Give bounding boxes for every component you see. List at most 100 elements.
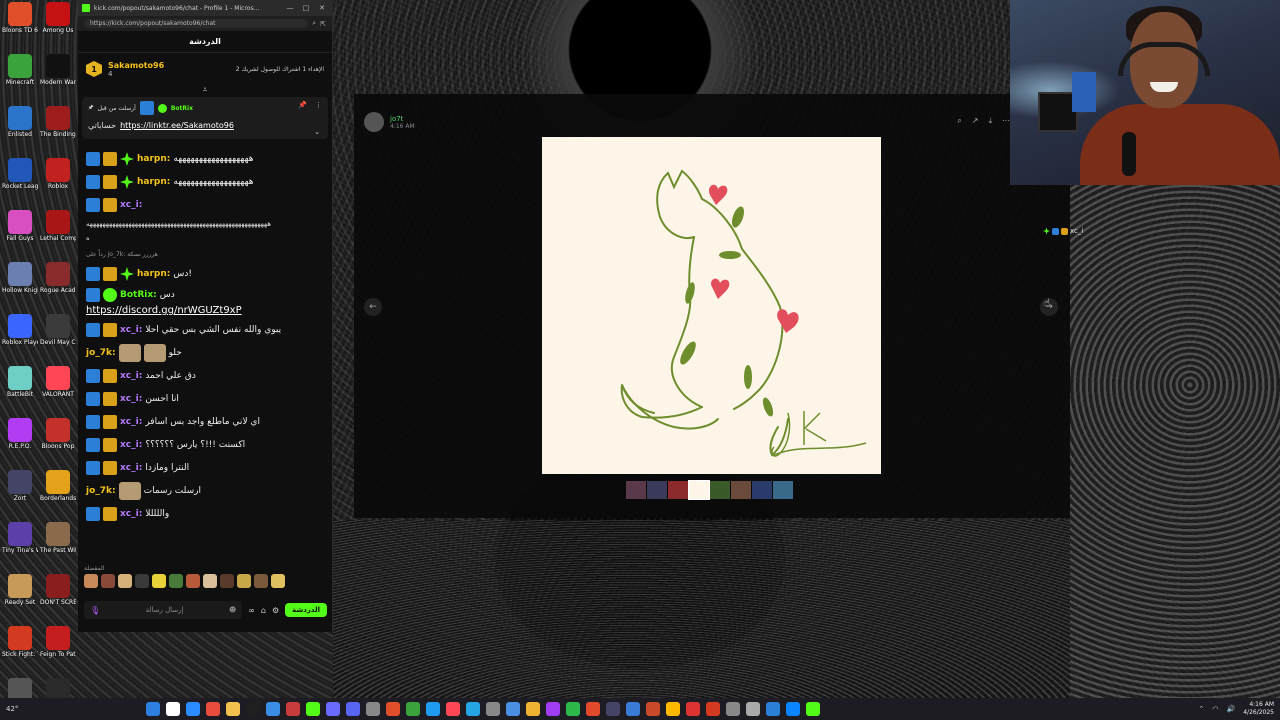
- message-username[interactable]: xc_i:: [120, 463, 142, 474]
- pinned-author[interactable]: BotRix: [171, 105, 193, 112]
- message-username[interactable]: xc_i:: [120, 200, 142, 211]
- message-username[interactable]: xc_i:: [120, 394, 142, 405]
- favorite-emote-icon[interactable]: [152, 574, 166, 588]
- wifi-icon[interactable]: ◠: [1212, 705, 1218, 713]
- desktop-icon[interactable]: The Past Within: [40, 522, 76, 554]
- taskbar-app-icon[interactable]: [226, 702, 240, 716]
- emoji-icon[interactable]: ☻: [229, 606, 236, 614]
- chat-message[interactable]: xc_i: انا احسن: [86, 390, 324, 408]
- desktop-icon[interactable]: Bloons TD 6: [2, 2, 38, 34]
- favorite-emote-icon[interactable]: [237, 574, 251, 588]
- image-thumbnail[interactable]: [710, 481, 730, 499]
- taskbar-app-icon[interactable]: [666, 702, 680, 716]
- minimize-button[interactable]: —: [284, 4, 296, 12]
- chat-message[interactable]: jo_7k: حلو: [86, 344, 324, 362]
- favorite-emote-icon[interactable]: [169, 574, 183, 588]
- favorite-emote-icon[interactable]: [101, 574, 115, 588]
- chat-message[interactable]: xc_i: والللللا: [86, 505, 324, 523]
- desktop-icon[interactable]: Tiny Tina's Wonderlands: [2, 522, 38, 554]
- desktop-icon[interactable]: Roblox: [40, 158, 76, 190]
- desktop-icon[interactable]: Roblox Player: [2, 314, 38, 346]
- taskbar-app-icon[interactable]: [726, 702, 740, 716]
- chat-message[interactable]: jo_7k: ارسلت رسمات: [86, 482, 324, 500]
- message-username[interactable]: xc_i:: [120, 440, 142, 451]
- message-username[interactable]: harpn:: [137, 154, 170, 165]
- chat-message[interactable]: harpn: ههههههههههههههههههه: [86, 173, 324, 191]
- tray-chevron-icon[interactable]: ⌃: [1199, 705, 1205, 713]
- gifter-name[interactable]: Sakamoto96: [108, 61, 164, 70]
- send-chat-button[interactable]: الدردشة: [285, 603, 327, 617]
- chat-message[interactable]: هههههههههههههههههههههههههههههههههههههههه…: [86, 219, 324, 244]
- taskbar-app-icon[interactable]: [766, 702, 780, 716]
- desktop-icon[interactable]: Among Us: [40, 2, 76, 34]
- taskbar-app-icon[interactable]: [326, 702, 340, 716]
- expand-chevron-icon[interactable]: ⌄: [314, 128, 320, 136]
- message-username[interactable]: jo_7k:: [86, 348, 116, 359]
- taskbar-app-icon[interactable]: [566, 702, 580, 716]
- taskbar-app-icon[interactable]: [586, 702, 600, 716]
- chat-message[interactable]: xc_i: النترا ومازدا: [86, 459, 324, 477]
- desktop-icon[interactable]: VALORANT: [40, 366, 76, 398]
- pin-collapse-icon[interactable]: ⩡: [78, 85, 332, 95]
- more-icon[interactable]: ⋯: [1002, 116, 1010, 126]
- desktop-icon[interactable]: Enlisted: [2, 106, 38, 138]
- desktop-icon[interactable]: Ready Set: [2, 574, 38, 606]
- weather-widget[interactable]: 42°: [6, 705, 126, 713]
- taskbar-app-icon[interactable]: [646, 702, 660, 716]
- desktop-icon[interactable]: Stick Fight: The Game: [2, 626, 38, 658]
- desktop-icon[interactable]: BattleBit: [2, 366, 38, 398]
- taskbar-app-icon[interactable]: [546, 702, 560, 716]
- desktop-icon[interactable]: Modern Warfare: [40, 54, 76, 86]
- chat-message[interactable]: xc_i:: [86, 196, 324, 214]
- infinity-icon[interactable]: ∞: [248, 606, 255, 615]
- favorite-emote-icon[interactable]: [254, 574, 268, 588]
- zoom-icon[interactable]: ⌕: [312, 19, 316, 28]
- taskbar-app-icon[interactable]: [446, 702, 460, 716]
- chat-message[interactable]: BotRix: دس https://discord.gg/nrWGUZt9xP: [86, 288, 324, 316]
- chat-message[interactable]: xc_i: اي لاني ماطلع واجد بس اسافر: [86, 413, 324, 431]
- chat-message[interactable]: harpn: ههههههههههههههههههه: [86, 150, 324, 168]
- desktop-icon[interactable]: DON'T SCREAM: [40, 574, 76, 606]
- unpin-icon[interactable]: 📌: [298, 101, 307, 109]
- message-username[interactable]: BotRix:: [120, 290, 157, 301]
- image-thumbnail[interactable]: [752, 481, 772, 499]
- image-thumbnail[interactable]: [647, 481, 667, 499]
- clock[interactable]: 4:16 AM 4/26/2025: [1243, 701, 1274, 717]
- message-input[interactable]: 🎙 إرسال رسالة ☻: [84, 601, 243, 619]
- message-username[interactable]: xc_i:: [120, 371, 142, 382]
- desktop-icon[interactable]: Borderlands: [40, 470, 76, 502]
- image-thumbnail[interactable]: [688, 480, 710, 500]
- desktop-icon[interactable]: Minecraft: [2, 54, 38, 86]
- close-button[interactable]: ✕: [316, 4, 328, 12]
- taskbar-app-icon[interactable]: [466, 702, 480, 716]
- gift-icon[interactable]: ⌂: [261, 606, 266, 615]
- message-username[interactable]: jo_7k:: [86, 486, 116, 497]
- desktop-icon[interactable]: Feign To Pathfinder: [40, 626, 76, 658]
- taskbar-app-icon[interactable]: [626, 702, 640, 716]
- taskbar-app-icon[interactable]: [246, 702, 260, 716]
- taskbar-app-icon[interactable]: [306, 702, 320, 716]
- share-icon[interactable]: ↗: [972, 116, 979, 126]
- desktop-icon[interactable]: Bloons Pop: [40, 418, 76, 450]
- taskbar-app-icon[interactable]: [606, 702, 620, 716]
- message-username[interactable]: harpn:: [137, 269, 170, 280]
- desktop-icon[interactable]: Fall Guys: [2, 210, 38, 242]
- message-username[interactable]: xc_i:: [120, 417, 142, 428]
- favorite-emote-icon[interactable]: [271, 574, 285, 588]
- desktop-icon[interactable]: Hollow Knight: [2, 262, 38, 294]
- message-username[interactable]: xc_i:: [120, 325, 142, 336]
- taskbar-app-icon[interactable]: [746, 702, 760, 716]
- favorite-emote-icon[interactable]: [220, 574, 234, 588]
- desktop-icon[interactable]: Devil May Cry 5: [40, 314, 76, 346]
- favorite-emote-icon[interactable]: [203, 574, 217, 588]
- image-thumbnail[interactable]: [626, 481, 646, 499]
- url-field[interactable]: https://kick.com/popout/sakamoto96/chat: [84, 19, 309, 28]
- desktop-icon[interactable]: The Binding of Isaac: [40, 106, 76, 138]
- image-thumbnail[interactable]: [668, 481, 688, 499]
- taskbar-app-icon[interactable]: [426, 702, 440, 716]
- taskbar-app-icon[interactable]: [266, 702, 280, 716]
- reply-context[interactable]: رداً على jo_7k: هرررر نسكة: [86, 249, 324, 260]
- taskbar-app-icon[interactable]: [806, 702, 820, 716]
- taskbar-app-icon[interactable]: [786, 702, 800, 716]
- pinned-link[interactable]: https://linktr.ee/Sakamoto96: [120, 121, 234, 130]
